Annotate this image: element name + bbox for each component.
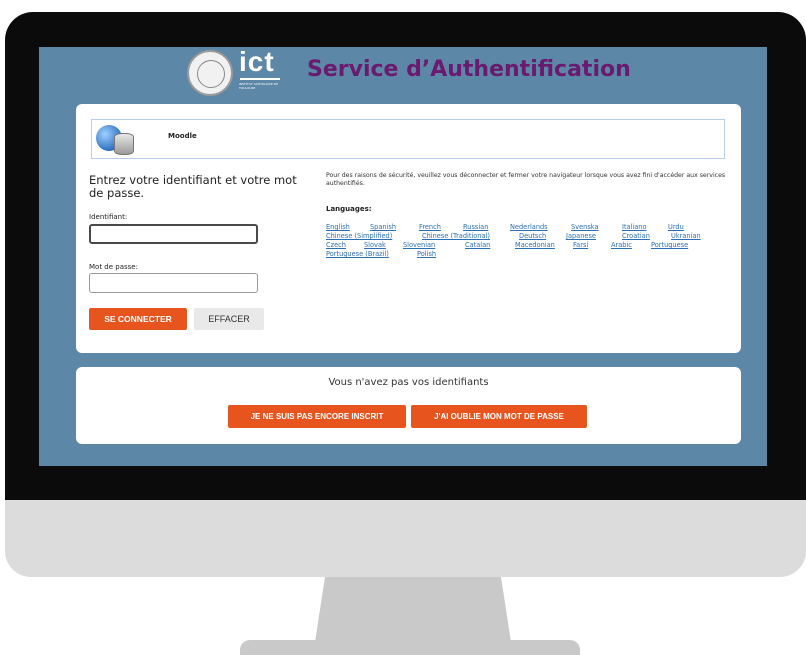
language-link-polish[interactable]: Polish xyxy=(417,250,436,258)
language-link-english[interactable]: English xyxy=(326,223,350,231)
ict-logo-subtext: INSTITUT CATHOLIQUE DE TOULOUSE xyxy=(239,82,279,90)
login-button[interactable]: SE CONNECTER xyxy=(89,308,187,330)
language-link-slovak[interactable]: Slovak xyxy=(364,241,386,249)
clear-button[interactable]: EFFACER xyxy=(194,308,264,330)
ict-logo-text: ict xyxy=(239,47,275,77)
monitor-chin xyxy=(5,500,806,577)
login-intro: Entrez votre identifiant et votre mot de… xyxy=(89,173,297,200)
password-label: Mot de passe: xyxy=(89,263,138,271)
language-row: Portuguese (Brazil) Polish xyxy=(326,250,728,259)
no-credentials-panel: Vous n'avez pas vos identifiants JE NE S… xyxy=(76,367,741,444)
forgot-password-button[interactable]: J'AI OUBLIE MON MOT DE PASSE xyxy=(411,405,587,428)
login-panel: Moodle Entrez votre identifiant et votre… xyxy=(76,104,741,353)
language-link-nederlands[interactable]: Nederlands xyxy=(510,223,548,231)
language-link-czech[interactable]: Czech xyxy=(326,241,346,249)
language-link-macedonian[interactable]: Macedonian xyxy=(515,241,555,249)
language-link-farsi[interactable]: Farsi xyxy=(573,241,588,249)
language-row: English Spanish French Russian Nederland… xyxy=(326,223,728,232)
language-link-deutsch[interactable]: Deutsch xyxy=(519,232,546,240)
language-link-italiano[interactable]: Italiano xyxy=(622,223,647,231)
language-link-portuguese-brazil[interactable]: Portuguese (Brazil) xyxy=(326,250,389,258)
no-credentials-text: Vous n'avez pas vos identifiants xyxy=(328,377,489,388)
language-link-spanish[interactable]: Spanish xyxy=(370,223,396,231)
language-link-japanese[interactable]: Japanese xyxy=(566,232,596,240)
not-registered-button[interactable]: JE NE SUIS PAS ENCORE INSCRIT xyxy=(228,405,406,428)
university-seal-logo xyxy=(187,50,233,96)
language-link-svenska[interactable]: Svenska xyxy=(571,223,599,231)
language-link-urdu[interactable]: Urdu xyxy=(668,223,684,231)
language-link-croatian[interactable]: Croatian xyxy=(622,232,650,240)
languages-heading: Languages: xyxy=(326,205,372,213)
username-input[interactable] xyxy=(89,224,258,244)
language-link-slovenian[interactable]: Slovenian xyxy=(403,241,435,249)
language-link-french[interactable]: French xyxy=(419,223,441,231)
monitor-stand-base xyxy=(240,640,580,655)
password-input[interactable] xyxy=(89,273,258,293)
service-banner: Moodle xyxy=(91,119,725,159)
username-label: Identifiant: xyxy=(89,213,128,221)
browser-screen: ict INSTITUT CATHOLIQUE DE TOULOUSE Serv… xyxy=(39,47,767,466)
globe-database-icon xyxy=(96,123,138,157)
language-row: Chinese (Simplified) Chinese (Traditiona… xyxy=(326,232,728,241)
language-link-arabic[interactable]: Arabic xyxy=(611,241,632,249)
language-link-ukranian[interactable]: Ukranian xyxy=(671,232,701,240)
ict-logo: ict INSTITUT CATHOLIQUE DE TOULOUSE xyxy=(239,47,284,95)
language-link-catalan[interactable]: Catalan xyxy=(465,241,490,249)
language-link-chinese-traditional[interactable]: Chinese (Traditional) xyxy=(422,232,490,240)
service-name: Moodle xyxy=(168,132,197,140)
page-title: Service d’Authentification xyxy=(307,57,631,82)
security-notice: Pour des raisons de sécurité, veuillez v… xyxy=(326,172,726,187)
language-link-chinese-simplified[interactable]: Chinese (Simplified) xyxy=(326,232,392,240)
ict-logo-bar xyxy=(240,78,280,80)
language-row: Czech Slovak Slovenian Catalan Macedonia… xyxy=(326,241,728,250)
language-link-portuguese[interactable]: Portuguese xyxy=(651,241,688,249)
language-link-russian[interactable]: Russian xyxy=(463,223,488,231)
database-icon xyxy=(114,133,134,155)
